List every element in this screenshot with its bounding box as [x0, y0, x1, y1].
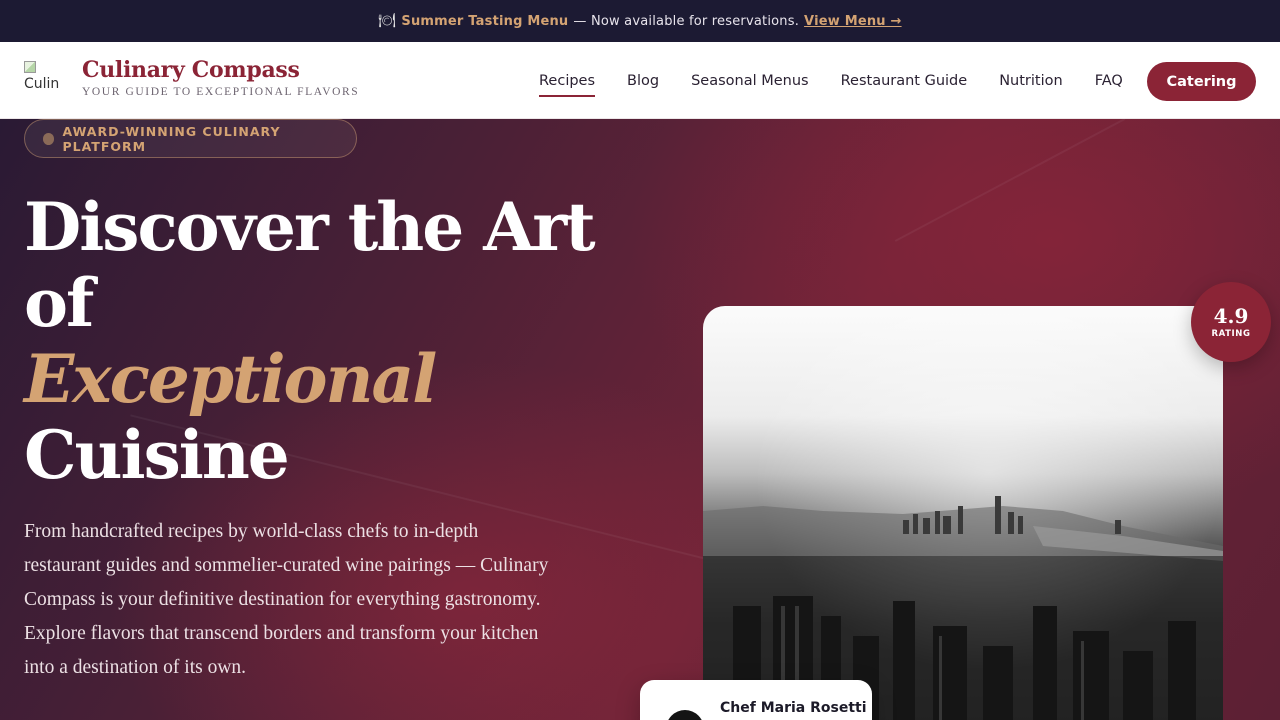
main-nav: Recipes Blog Seasonal Menus Restaurant G…: [539, 42, 1155, 119]
brand-name[interactable]: Culinary Compass: [82, 57, 300, 83]
hero-section: AWARD-WINNING CULINARY PLATFORM Discover…: [0, 119, 1280, 720]
nav-item-restaurant-guide[interactable]: Restaurant Guide: [841, 73, 968, 89]
view-menu-link[interactable]: View Menu →: [804, 14, 902, 29]
badge-label: AWARD-WINNING CULINARY PLATFORM: [62, 123, 281, 154]
chef-avatar: [666, 710, 704, 720]
announcement-text: — Now available for reservations.: [573, 13, 800, 29]
announcement-highlight: Summer Tasting Menu: [401, 13, 569, 29]
chef-name: Chef Maria Rosetti: [720, 700, 867, 716]
chef-card[interactable]: Chef Maria Rosetti: [640, 680, 872, 720]
headline-line: Cuisine: [24, 416, 290, 494]
decorative-streak: [894, 119, 1126, 242]
city-skyline-illustration: [703, 306, 1223, 720]
plate-cutlery-icon: 🍽: [378, 13, 397, 29]
broken-image-icon: [24, 61, 36, 73]
logo-alt-text: Culin: [24, 76, 60, 92]
hero-description: From handcrafted recipes by world-class …: [24, 521, 549, 678]
nav-item-recipes[interactable]: Recipes: [539, 73, 596, 97]
hero-city-photo: [703, 306, 1223, 720]
hero-headline: Discover the Art of Exceptional Cuisine: [24, 189, 624, 493]
badge-dot-icon: [43, 132, 55, 145]
nav-item-blog[interactable]: Blog: [627, 73, 659, 89]
rating-badge: 4.9 RATING: [1191, 282, 1271, 362]
headline-line: Discover the Art: [24, 188, 596, 266]
award-badge: AWARD-WINNING CULINARY PLATFORM: [24, 119, 357, 158]
announcement-bar: 🍽 Summer Tasting Menu — Now available fo…: [0, 0, 1280, 42]
nav-item-seasonal-menus[interactable]: Seasonal Menus: [691, 73, 809, 89]
rating-label: RATING: [1211, 328, 1251, 339]
headline-line: of: [24, 264, 94, 342]
brand-tagline: YOUR GUIDE TO EXCEPTIONAL FLAVORS: [82, 86, 360, 98]
nav-item-nutrition[interactable]: Nutrition: [999, 73, 1063, 89]
catering-button[interactable]: Catering: [1147, 62, 1256, 101]
headline-accent: Exceptional: [24, 340, 437, 418]
rating-value: 4.9: [1213, 303, 1249, 328]
nav-item-faq[interactable]: FAQ: [1095, 73, 1123, 89]
site-header: Culin Culinary Compass YOUR GUIDE TO EXC…: [0, 42, 1280, 119]
logo-image[interactable]: Culin: [24, 60, 68, 100]
